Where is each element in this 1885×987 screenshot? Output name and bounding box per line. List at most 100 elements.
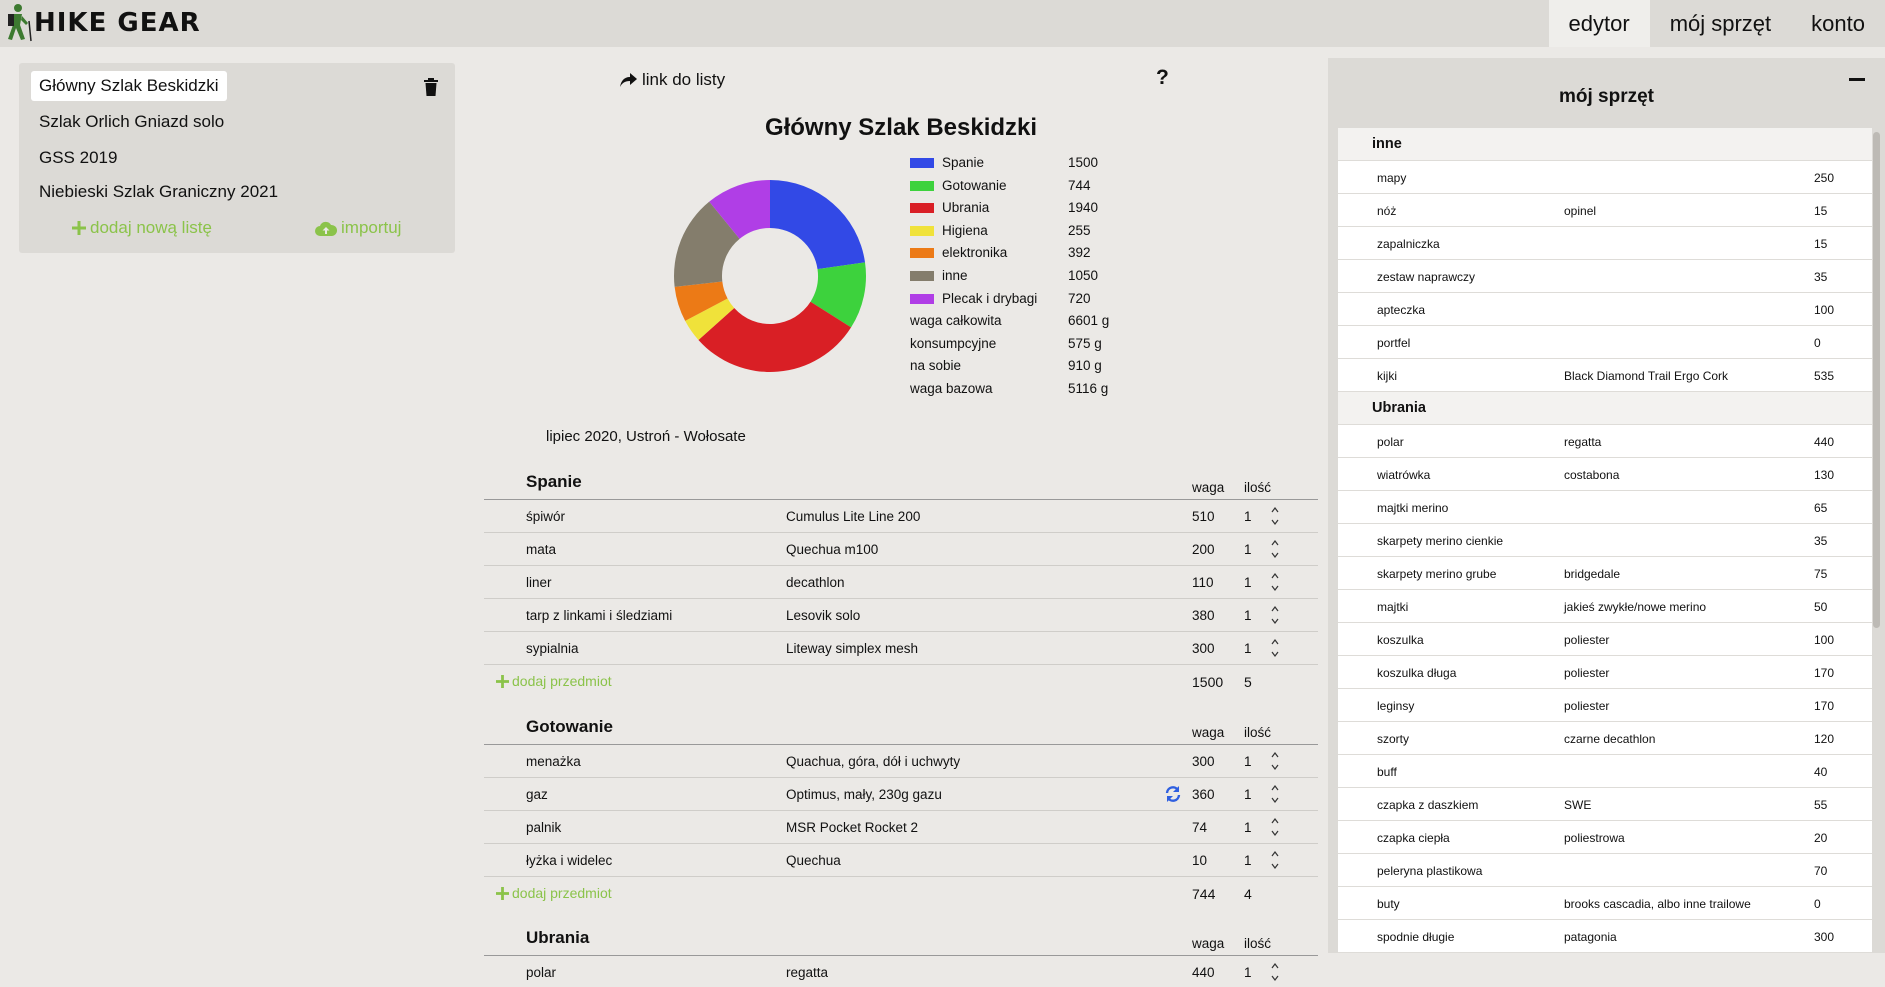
add-list-button[interactable]: dodaj nową listę	[72, 218, 212, 238]
item-quantity[interactable]: 1	[1244, 754, 1252, 769]
item-quantity[interactable]: 1	[1244, 787, 1252, 802]
gear-category-header[interactable]: inne	[1338, 128, 1872, 161]
gear-item-row[interactable]: majtki merino 65	[1338, 491, 1872, 524]
item-description[interactable]: Cumulus Lite Line 200	[786, 509, 920, 524]
item-quantity[interactable]: 1	[1244, 542, 1252, 557]
gear-item-row[interactable]: buty brooks cascadia, albo inne trailowe 0	[1338, 887, 1872, 920]
item-quantity[interactable]: 1	[1244, 853, 1252, 868]
item-name[interactable]: menażka	[526, 754, 581, 769]
gear-scrollbar[interactable]	[1873, 132, 1880, 628]
item-description[interactable]: Optimus, mały, 230g gazu	[786, 787, 942, 802]
gear-item-row[interactable]: leginsy poliester 170	[1338, 689, 1872, 722]
item-weight[interactable]: 380	[1192, 608, 1215, 623]
quantity-stepper[interactable]	[1270, 505, 1280, 527]
item-name[interactable]: mata	[526, 542, 556, 557]
quantity-stepper[interactable]	[1270, 816, 1280, 838]
gear-item-row[interactable]: koszulka długa poliester 170	[1338, 656, 1872, 689]
gear-item-row[interactable]: portfel 0	[1338, 326, 1872, 359]
nav-my-gear[interactable]: mój sprzęt	[1650, 0, 1791, 47]
gear-item-row[interactable]: czapka z daszkiem SWE 55	[1338, 788, 1872, 821]
item-weight[interactable]: 74	[1192, 820, 1207, 835]
item-quantity[interactable]: 1	[1244, 820, 1252, 835]
item-name[interactable]: polar	[526, 965, 556, 980]
item-name[interactable]: śpiwór	[526, 509, 565, 524]
item-description[interactable]: regatta	[786, 965, 828, 980]
gear-category-header[interactable]: Ubrania	[1338, 392, 1872, 425]
gear-item-row[interactable]: czapka ciepła poliestrowa 20	[1338, 821, 1872, 854]
quantity-stepper[interactable]	[1270, 637, 1280, 659]
list-title[interactable]: Główny Szlak Beskidzki	[701, 114, 1101, 142]
quantity-stepper[interactable]	[1270, 604, 1280, 626]
quantity-stepper[interactable]	[1270, 849, 1280, 871]
trash-icon[interactable]	[423, 78, 439, 96]
gear-item-row[interactable]: buff 40	[1338, 755, 1872, 788]
item-weight[interactable]: 10	[1192, 853, 1207, 868]
item-quantity[interactable]: 1	[1244, 575, 1252, 590]
quantity-stepper[interactable]	[1270, 750, 1280, 772]
gear-item-row[interactable]: zapalniczka 15	[1338, 227, 1872, 260]
gear-item-row[interactable]: zestaw naprawczy 35	[1338, 260, 1872, 293]
item-name[interactable]: palnik	[526, 820, 561, 835]
add-item-button[interactable]: dodaj przedmiot	[496, 885, 612, 901]
item-description[interactable]: Lesovik solo	[786, 608, 860, 623]
list-item[interactable]: GSS 2019	[31, 143, 125, 173]
quantity-stepper[interactable]	[1270, 571, 1280, 593]
item-description[interactable]: Liteway simplex mesh	[786, 641, 918, 656]
gear-item-row[interactable]: nóż opinel 15	[1338, 194, 1872, 227]
item-name[interactable]: gaz	[526, 787, 548, 802]
nav-account[interactable]: konto	[1791, 0, 1885, 47]
list-item[interactable]: Szlak Orlich Gniazd solo	[31, 107, 232, 137]
category-name[interactable]: Gotowanie	[526, 717, 613, 737]
item-weight[interactable]: 510	[1192, 509, 1215, 524]
gear-item-row[interactable]: skarpety merino cienkie 35	[1338, 524, 1872, 557]
gear-item-row[interactable]: majtki jakieś zwykłe/nowe merino 50	[1338, 590, 1872, 623]
consumable-refresh-icon[interactable]	[1164, 785, 1182, 803]
item-quantity[interactable]: 1	[1244, 608, 1252, 623]
quantity-stepper[interactable]	[1270, 961, 1280, 983]
share-link[interactable]: link do listy	[620, 70, 725, 90]
collapse-icon[interactable]	[1849, 78, 1865, 81]
list-description[interactable]: lipiec 2020, Ustroń - Wołosate	[546, 428, 746, 445]
item-weight[interactable]: 300	[1192, 754, 1215, 769]
gear-item-row[interactable]: koszulka poliester 100	[1338, 623, 1872, 656]
category-name[interactable]: Spanie	[526, 472, 582, 492]
gear-item-row[interactable]: szorty czarne decathlon 120	[1338, 722, 1872, 755]
help-icon[interactable]: ?	[1156, 66, 1169, 90]
item-name[interactable]: liner	[526, 575, 552, 590]
item-weight[interactable]: 200	[1192, 542, 1215, 557]
item-quantity[interactable]: 1	[1244, 641, 1252, 656]
list-item-active[interactable]: Główny Szlak Beskidzki	[31, 71, 227, 101]
item-description[interactable]: decathlon	[786, 575, 845, 590]
category-name[interactable]: Ubrania	[526, 928, 589, 948]
item-weight[interactable]: 360	[1192, 787, 1215, 802]
gear-item-row[interactable]: kijki Black Diamond Trail Ergo Cork 535	[1338, 359, 1872, 392]
item-description[interactable]: MSR Pocket Rocket 2	[786, 820, 918, 835]
item-description[interactable]: Quechua m100	[786, 542, 878, 557]
item-quantity[interactable]: 1	[1244, 965, 1252, 980]
item-weight[interactable]: 300	[1192, 641, 1215, 656]
gear-item-description: czarne decathlon	[1564, 732, 1656, 746]
item-description[interactable]: Quechua	[786, 853, 841, 868]
gear-item-row[interactable]: polar regatta 440	[1338, 425, 1872, 458]
gear-item-row[interactable]: spodnie długie patagonia 300	[1338, 920, 1872, 953]
item-weight[interactable]: 110	[1192, 575, 1214, 590]
app-logo[interactable]: HIKE GEAR	[4, 2, 201, 44]
item-name[interactable]: tarp z linkami i śledziami	[526, 608, 672, 623]
item-weight[interactable]: 440	[1192, 965, 1215, 980]
quantity-stepper[interactable]	[1270, 538, 1280, 560]
item-name[interactable]: łyżka i widelec	[526, 853, 612, 868]
list-item[interactable]: Niebieski Szlak Graniczny 2021	[31, 177, 286, 207]
gear-item-description: brooks cascadia, albo inne trailowe	[1564, 897, 1751, 911]
item-quantity[interactable]: 1	[1244, 509, 1252, 524]
item-name[interactable]: sypialnia	[526, 641, 579, 656]
add-item-button[interactable]: dodaj przedmiot	[496, 673, 612, 689]
gear-item-row[interactable]: apteczka 100	[1338, 293, 1872, 326]
item-description[interactable]: Quachua, góra, dół i uchwyty	[786, 754, 960, 769]
gear-item-row[interactable]: peleryna plastikowa 70	[1338, 854, 1872, 887]
gear-item-row[interactable]: skarpety merino grube bridgedale 75	[1338, 557, 1872, 590]
quantity-stepper[interactable]	[1270, 783, 1280, 805]
nav-editor[interactable]: edytor	[1548, 0, 1650, 47]
import-button[interactable]: importuj	[315, 218, 401, 238]
gear-item-row[interactable]: wiatrówka costabona 130	[1338, 458, 1872, 491]
gear-item-row[interactable]: mapy 250	[1338, 161, 1872, 194]
